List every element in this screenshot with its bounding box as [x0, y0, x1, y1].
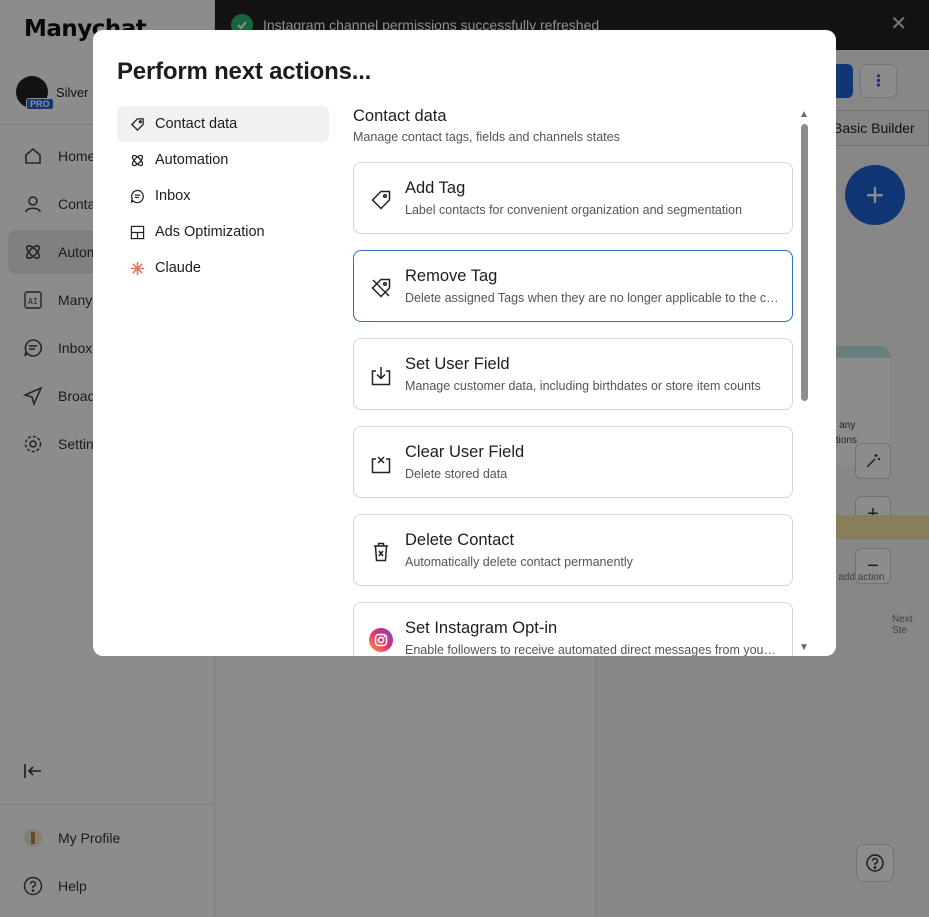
- clear-field-icon: [368, 451, 394, 477]
- category-label: Automation: [155, 152, 229, 168]
- trash-icon: [368, 539, 394, 565]
- action-list: Add Tag Label contacts for convenient or…: [353, 162, 793, 656]
- scroll-down-arrow-icon[interactable]: ▼: [798, 643, 810, 653]
- action-card-add-tag[interactable]: Add Tag Label contacts for convenient or…: [353, 162, 793, 234]
- tag-icon: [129, 116, 145, 132]
- category-claude[interactable]: Claude: [117, 250, 329, 286]
- action-title: Set User Field: [405, 355, 510, 373]
- category-label: Inbox: [155, 188, 191, 204]
- scrollbar-thumb[interactable]: [801, 124, 808, 401]
- action-card-set-user-field[interactable]: Set User Field Manage customer data, inc…: [353, 338, 793, 410]
- action-description: Delete stored data: [405, 467, 508, 481]
- instagram-icon: [368, 627, 394, 653]
- action-card-remove-tag[interactable]: Remove Tag Delete assigned Tags when the…: [353, 250, 793, 322]
- category-ads-optimization[interactable]: Ads Optimization: [117, 214, 329, 250]
- category-label: Claude: [155, 260, 201, 276]
- category-inbox[interactable]: Inbox: [117, 178, 329, 214]
- action-description: Manage customer data, including birthdat…: [405, 379, 761, 393]
- action-description: Delete assigned Tags when they are no lo…: [405, 291, 780, 305]
- action-card-clear-user-field[interactable]: Clear User Field Delete stored data: [353, 426, 793, 498]
- download-icon: [368, 363, 394, 389]
- action-description: Automatically delete contact permanently: [405, 555, 633, 569]
- action-title: Set Instagram Opt-in: [405, 619, 558, 637]
- layout-icon: [129, 224, 145, 240]
- category-label: Contact data: [155, 116, 238, 132]
- action-card-delete-contact[interactable]: Delete Contact Automatically delete cont…: [353, 514, 793, 586]
- action-title: Remove Tag: [405, 267, 498, 285]
- modal-title: Perform next actions...: [117, 58, 372, 85]
- automation-icon: [129, 152, 145, 168]
- action-description: Enable followers to receive automated di…: [405, 643, 780, 656]
- tag-icon: [368, 187, 394, 213]
- action-title: Add Tag: [405, 179, 466, 197]
- perform-actions-modal: Perform next actions... Contact data Aut…: [93, 30, 836, 656]
- claude-icon: [129, 260, 145, 276]
- action-title: Delete Contact: [405, 531, 515, 549]
- category-automation[interactable]: Automation: [117, 142, 329, 178]
- chat-icon: [129, 188, 145, 204]
- section-title: Contact data: [353, 107, 447, 125]
- section-subtitle: Manage contact tags, fields and channels…: [353, 130, 620, 144]
- scroll-up-arrow-icon[interactable]: ▲: [798, 110, 810, 120]
- category-label: Ads Optimization: [155, 224, 265, 240]
- action-card-set-instagram-opt-in[interactable]: Set Instagram Opt-in Enable followers to…: [353, 602, 793, 656]
- category-list: Contact data Automation Inbox Ads Optimi…: [117, 106, 329, 286]
- category-contact-data[interactable]: Contact data: [117, 106, 329, 142]
- action-description: Label contacts for convenient organizati…: [405, 203, 743, 217]
- action-title: Clear User Field: [405, 443, 525, 461]
- remove-tag-icon: [368, 275, 394, 301]
